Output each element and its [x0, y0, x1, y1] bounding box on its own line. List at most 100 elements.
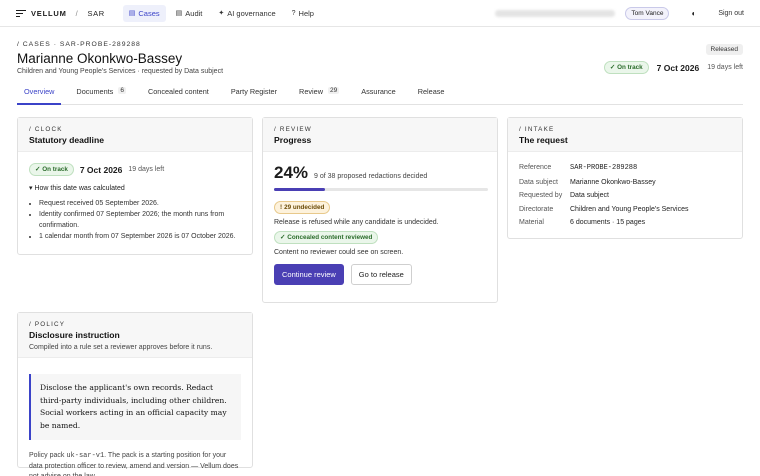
nav-audit-label: Audit	[185, 8, 203, 18]
on-track-label: On track	[42, 166, 68, 173]
nav-cases[interactable]: ▤ Cases	[122, 4, 166, 22]
continue-review-button[interactable]: Continue review	[274, 264, 344, 285]
progress-row: 24% 9 of 38 proposed redactions decided	[274, 163, 486, 183]
audit-icon: ▤	[175, 10, 183, 17]
policy-pack-note: Policy pack uk-sar-v1. The pack is a sta…	[29, 451, 241, 476]
logo-icon	[16, 9, 26, 17]
review-card: / REVIEW Progress 24% 9 of 38 proposed r…	[262, 117, 498, 303]
check-icon: ✓	[280, 234, 286, 241]
detail-key: Data subject	[519, 178, 558, 186]
clock-card-body: ✓ On track 7 Oct 2026 19 days left ▾ How…	[18, 152, 252, 250]
page-subtitle: Children and Young People's Services · r…	[17, 68, 224, 75]
detail-key: Directorate	[519, 205, 554, 213]
nav-ai-governance-label: AI governance	[227, 8, 276, 18]
release-refused-note: Release is refused while any candidate i…	[274, 219, 439, 226]
review-title: Progress	[274, 135, 312, 145]
clock-title: Statutory deadline	[29, 135, 104, 145]
topbar-right: Tom Vance ◐ Sign out	[495, 6, 744, 20]
intake-kicker: / INTAKE	[519, 126, 555, 133]
intake-details: Reference SAR-PROBE-289288 Data subject …	[519, 164, 731, 226]
on-track-badge: ✓ On track	[29, 163, 74, 176]
page-title: Marianne Okonkwo-Bassey	[17, 51, 183, 66]
detail-value-data-subject: Marianne Okonkwo-Bassey	[570, 178, 656, 186]
tab-label: Review	[299, 87, 323, 96]
breadcrumb: / CASES · SAR-PROBE-289288	[17, 41, 141, 48]
days-left: 19 days left	[707, 64, 743, 71]
tab-label: Overview	[24, 87, 55, 96]
deadline-days-left: 19 days left	[128, 166, 165, 173]
brand-sub: SAR	[87, 8, 105, 18]
tab-label: Party Register	[230, 87, 278, 96]
nav-audit[interactable]: ▤ Audit	[170, 5, 209, 22]
tab-count: 6	[118, 87, 126, 94]
policy-card-header: / POLICY Disclosure instruction Compiled…	[18, 313, 252, 358]
brand-name: VELLUM	[31, 8, 67, 18]
disclosure-instruction-quote: Disclose the applicant's own records. Re…	[29, 374, 241, 440]
check-icon: ✓	[35, 166, 41, 173]
tab-label: Release	[417, 87, 445, 96]
clock-status-row: ✓ On track 7 Oct 2026 19 days left	[29, 163, 241, 176]
redacted-account-text	[495, 9, 616, 17]
header-status: ✓ On track 7 Oct 2026 19 days left	[603, 61, 743, 74]
clock-card: / CLOCK Statutory deadline ✓ On track 7 …	[17, 117, 253, 255]
brand[interactable]: VELLUM / SAR	[16, 9, 105, 18]
list-item: 1 calendar month from 07 September 2026 …	[39, 231, 241, 242]
due-date: 7 Oct 2026	[656, 62, 700, 73]
concealed-note: Content no reviewer could see on screen.	[274, 249, 404, 256]
review-card-header: / REVIEW Progress	[263, 118, 497, 152]
help-icon: ?	[291, 9, 296, 17]
intake-title: The request	[519, 135, 568, 145]
list-item: Identity confirmed 07 September 2026; th…	[39, 209, 241, 231]
tab-concealed-content[interactable]: Concealed content	[141, 87, 216, 105]
detail-value-reference: SAR-PROBE-289288	[570, 164, 638, 172]
detail-key: Requested by	[519, 192, 563, 199]
cases-icon: ▤	[128, 10, 136, 17]
nav-help[interactable]: ? Help	[286, 5, 320, 22]
check-icon: ✓	[609, 64, 616, 71]
go-to-release-button[interactable]: Go to release	[350, 264, 412, 285]
nav-ai-governance[interactable]: ✦ AI governance	[212, 5, 281, 22]
progress-note: 9 of 38 proposed redactions decided	[314, 173, 428, 180]
date-calculation-toggle[interactable]: ▾ How this date was calculated	[29, 184, 241, 192]
brand-separator: /	[75, 8, 79, 18]
tab-assurance[interactable]: Assurance	[354, 87, 402, 105]
tab-release[interactable]: Release	[411, 87, 452, 105]
tab-party-register[interactable]: Party Register	[224, 87, 284, 105]
user-pill[interactable]: Tom Vance	[625, 6, 670, 20]
tab-count: 29	[327, 87, 340, 94]
detail-value-material: 6 documents · 15 pages	[570, 219, 646, 226]
progress-bar-fill	[274, 188, 326, 191]
progress-bar	[274, 188, 488, 191]
sparkle-icon: ✦	[218, 10, 225, 17]
nav-help-label: Help	[298, 8, 314, 18]
clock-card-header: / CLOCK Statutory deadline	[18, 118, 252, 152]
concealed-reviewed-label: Concealed content reviewed	[287, 234, 373, 241]
date-calculation-steps: Request received 05 September 2026. Iden…	[29, 198, 241, 242]
tab-review[interactable]: Review 29	[292, 87, 346, 105]
policy-kicker: / POLICY	[29, 321, 66, 328]
progress-percent: 24%	[274, 163, 309, 182]
policy-card-body: Disclose the applicant's own records. Re…	[18, 358, 252, 476]
detail-value-directorate: Children and Young People's Services	[570, 205, 689, 213]
intake-card-body: Reference SAR-PROBE-289288 Data subject …	[508, 152, 742, 234]
tab-label: Assurance	[361, 87, 396, 96]
nav-cases-label: Cases	[138, 8, 160, 18]
review-kicker: / REVIEW	[274, 126, 312, 133]
intake-card: / INTAKE The request Reference SAR-PROBE…	[507, 117, 743, 239]
tab-documents[interactable]: Documents 6	[69, 87, 133, 105]
detail-value-requested-by: Data subject	[570, 192, 609, 199]
released-badge: Released	[705, 44, 743, 55]
list-item: Request received 05 September 2026.	[39, 198, 241, 209]
policy-title: Disclosure instruction	[29, 330, 120, 340]
sign-out-link[interactable]: Sign out	[718, 10, 744, 17]
policy-subtitle: Compiled into a rule set a reviewer appr…	[29, 344, 213, 351]
tab-label: Documents	[76, 87, 114, 96]
moon-icon[interactable]: ◐	[691, 9, 696, 18]
policy-pack-id: uk-sar-v1	[66, 452, 105, 460]
tab-overview[interactable]: Overview	[17, 87, 62, 105]
on-track-label: On track	[617, 64, 643, 71]
triangle-down-icon: ▾	[29, 185, 33, 192]
concealed-reviewed-badge: ✓ Concealed content reviewed	[274, 231, 379, 244]
review-card-body: 24% 9 of 38 proposed redactions decided …	[263, 152, 497, 293]
case-tabs: Overview Documents 6 Concealed content Pa…	[17, 87, 743, 105]
